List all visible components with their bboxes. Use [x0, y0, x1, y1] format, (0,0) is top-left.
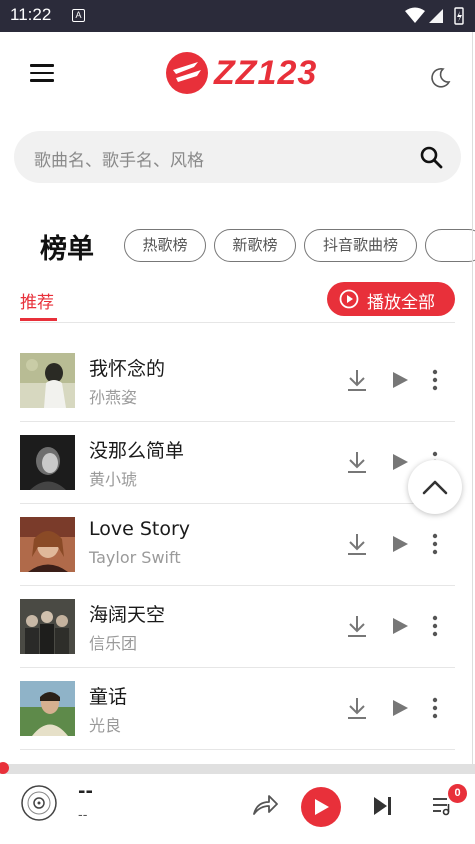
tab-recommend[interactable]: 推荐	[20, 288, 54, 313]
album-cover	[20, 517, 75, 572]
playback-progress[interactable]	[0, 764, 475, 774]
chip-hot[interactable]: 热歌榜	[124, 229, 206, 262]
app-logo: ZZ123	[164, 50, 316, 96]
play-icon[interactable]	[390, 370, 410, 394]
play-icon	[315, 799, 329, 815]
play-icon[interactable]	[390, 452, 410, 476]
album-cover	[20, 353, 75, 408]
tab-indicator	[20, 318, 57, 321]
share-icon[interactable]	[251, 792, 279, 822]
chip-douyin[interactable]: 抖音歌曲榜	[304, 229, 417, 262]
album-cover	[20, 435, 75, 490]
logo-mark	[166, 52, 208, 94]
status-icons	[405, 7, 467, 29]
download-icon[interactable]	[346, 613, 368, 643]
song-row[interactable]: Love Story Taylor Swift	[20, 504, 455, 586]
disc-icon[interactable]	[20, 784, 58, 826]
screen-edge	[472, 32, 473, 844]
song-title: 海阔天空	[89, 604, 166, 626]
more-vert-icon[interactable]	[429, 696, 441, 724]
song-artist: 光良	[89, 716, 122, 735]
song-title: 没那么简单	[89, 440, 185, 462]
app-bar: ZZ123	[0, 32, 475, 117]
song-artist: 信乐团	[89, 634, 138, 653]
download-icon[interactable]	[346, 367, 368, 397]
search-input[interactable]: 歌曲名、歌手名、风格	[34, 146, 204, 171]
download-icon[interactable]	[346, 449, 368, 479]
menu-icon[interactable]	[30, 64, 54, 84]
more-vert-icon[interactable]	[429, 614, 441, 642]
song-artist: 黄小琥	[89, 470, 138, 489]
play-all-label: 播放全部	[367, 293, 435, 313]
play-icon[interactable]	[390, 698, 410, 722]
search-icon[interactable]	[419, 145, 443, 173]
album-cover	[20, 599, 75, 654]
moon-icon[interactable]	[428, 66, 452, 94]
song-title: 我怀念的	[89, 358, 166, 380]
play-icon[interactable]	[390, 616, 410, 640]
play-pause-button[interactable]	[301, 787, 341, 827]
more-vert-icon[interactable]	[429, 368, 441, 396]
chevron-up-icon	[422, 480, 448, 495]
skip-next-icon[interactable]	[372, 796, 394, 820]
play-circle-icon	[339, 289, 359, 314]
mini-player: -- -- 0	[0, 774, 475, 844]
song-row[interactable]: 童话 光良	[20, 668, 455, 750]
chip-new[interactable]: 新歌榜	[214, 229, 296, 262]
status-bar: 11:22 A	[0, 0, 475, 32]
queue-count-badge: 0	[448, 784, 467, 803]
play-icon[interactable]	[390, 534, 410, 558]
song-title: Love Story	[89, 518, 191, 540]
scroll-top-button[interactable]	[408, 460, 462, 514]
now-playing-title: --	[78, 781, 93, 802]
more-vert-icon[interactable]	[429, 532, 441, 560]
song-title: 童话	[89, 686, 128, 708]
section-title: 榜单	[40, 234, 94, 265]
download-icon[interactable]	[346, 531, 368, 561]
download-icon[interactable]	[346, 695, 368, 725]
notification-icon: A	[72, 9, 85, 22]
status-time: 11:22	[10, 5, 52, 24]
chip-more[interactable]	[425, 229, 475, 262]
song-row[interactable]: 海阔天空 信乐团	[20, 586, 455, 668]
song-artist: Taylor Swift	[89, 548, 181, 567]
play-all-button[interactable]: 播放全部	[327, 282, 455, 316]
divider	[20, 322, 455, 323]
logo-text: ZZ123	[214, 54, 318, 92]
song-row[interactable]: 我怀念的 孙燕姿	[20, 340, 455, 422]
song-row[interactable]: 没那么简单 黄小琥	[20, 422, 455, 504]
now-playing-artist: --	[78, 808, 88, 823]
search-bar[interactable]: 歌曲名、歌手名、风格	[14, 131, 461, 183]
album-cover	[20, 681, 75, 736]
song-artist: 孙燕姿	[89, 388, 138, 407]
